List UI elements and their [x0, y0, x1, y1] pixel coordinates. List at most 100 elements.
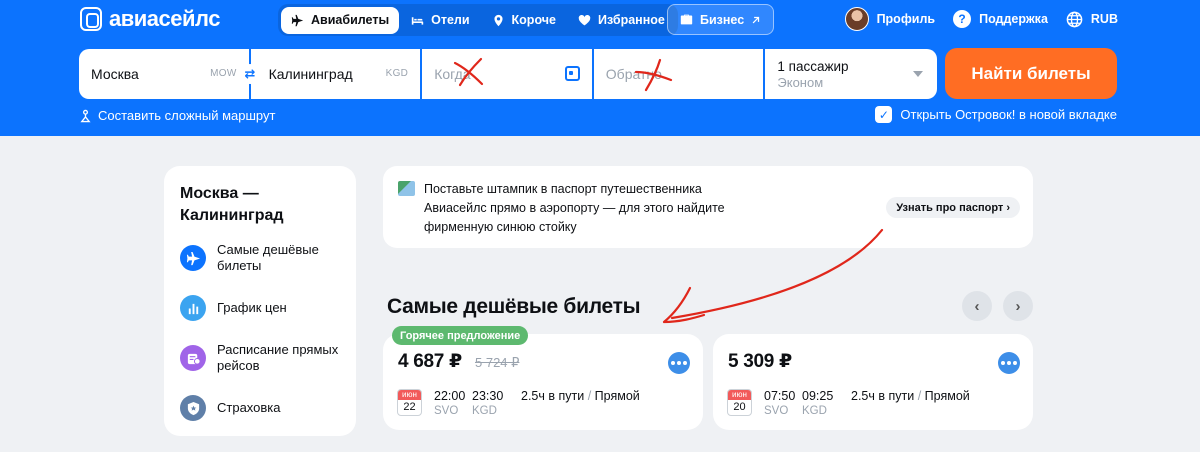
sidebar-item-label: Страховка	[217, 400, 281, 415]
sidebar-item-cheapest[interactable]: Самые дешёвые билеты	[180, 239, 340, 277]
depart-date-placeholder: Когда	[434, 66, 471, 82]
depart-time: 22:00	[434, 389, 466, 403]
currency-selector[interactable]: RUB	[1066, 11, 1118, 28]
depart-date-field[interactable]: Когда	[422, 49, 592, 99]
schedule-icon	[180, 345, 206, 371]
complex-route-label: Составить сложный маршрут	[98, 108, 276, 123]
support-link[interactable]: ? Поддержка	[953, 10, 1048, 28]
search-button[interactable]: Найти билеты	[945, 48, 1117, 99]
date-badge: июн 22	[397, 389, 422, 416]
separator: /	[917, 389, 922, 403]
passport-promo: Поставьте штампик в паспорт путешественн…	[383, 166, 1033, 248]
ticket-card[interactable]: 5 309 ₽ июн 20 07:50 09:25 SVO KGD 2.5ч в …	[713, 334, 1033, 430]
return-date-field[interactable]: Обратно	[593, 49, 764, 99]
sidebar-item-label: Расписание прямых рейсов	[217, 342, 339, 373]
profile-link[interactable]: Профиль	[844, 7, 936, 31]
passport-info-button[interactable]: Узнать про паспорт ›	[886, 197, 1020, 218]
chevron-down-icon	[912, 71, 923, 77]
flight-times: 22:00 23:30 SVO KGD	[434, 389, 510, 417]
swap-icon[interactable]: ⇄	[240, 64, 260, 84]
origin-field[interactable]: Москва MOW	[79, 49, 249, 99]
logo-text: авиасейлс	[109, 6, 220, 31]
route-title: Москва — Калининград	[180, 185, 284, 224]
profile-label: Профиль	[876, 12, 936, 26]
sidebar-item-label: График цен	[217, 300, 287, 315]
airline-logo-icon	[668, 352, 690, 374]
bed-icon	[411, 16, 424, 25]
ticket-price: 5 309 ₽	[728, 351, 792, 372]
user-menu: Профиль ? Поддержка RUB	[844, 7, 1118, 31]
stops-text: Прямой	[594, 389, 640, 403]
arrive-time: 23:30	[472, 389, 504, 403]
map-icon	[398, 181, 415, 196]
tab-label: Короче	[511, 13, 556, 27]
ticket-card[interactable]: 4 687 ₽ 5 724 ₽ июн 22 22:00 23:30 SVO KGD…	[383, 334, 703, 430]
depart-time: 07:50	[764, 389, 796, 403]
destination-value: Калининград	[268, 66, 353, 82]
sidebar-item-schedule[interactable]: Расписание прямых рейсов	[180, 339, 340, 377]
destination-field[interactable]: Калининград KGD	[250, 49, 421, 99]
arrive-code: KGD	[472, 405, 497, 417]
carousel-prev-button[interactable]: ‹	[962, 291, 992, 321]
arrive-time: 09:25	[802, 389, 834, 403]
passengers-field[interactable]: 1 пассажир Эконом	[765, 49, 937, 99]
ostrovok-option[interactable]: ✓ Открыть Островок! в новой вкладке	[875, 106, 1117, 123]
date-badge: июн 20	[727, 389, 752, 416]
flight-times: 07:50 09:25 SVO KGD	[764, 389, 840, 417]
chart-icon	[180, 295, 206, 321]
date-month: июн	[398, 390, 421, 400]
sidebar-item-insurance[interactable]: Страховка	[180, 389, 340, 427]
question-icon: ?	[953, 10, 972, 28]
date-day: 22	[403, 401, 416, 413]
promo-text: Поставьте штампик в паспорт путешественн…	[424, 182, 725, 234]
currency-label: RUB	[1090, 12, 1118, 26]
tab-favorites[interactable]: Избранное	[568, 7, 675, 34]
date-month: июн	[728, 390, 751, 400]
ticket-old-price: 5 724 ₽	[475, 355, 520, 370]
destination-code: KGD	[385, 68, 409, 79]
sidebar-item-price-chart[interactable]: График цен	[180, 289, 340, 327]
tab-label: Авиабилеты	[311, 13, 390, 27]
logo[interactable]: авиасейлс	[80, 6, 220, 32]
route-sidebar: Москва — Калининград Самые дешёвые билет…	[164, 166, 356, 436]
return-date-placeholder: Обратно	[605, 66, 662, 82]
carousel-next-button[interactable]: ›	[1003, 291, 1033, 321]
globe-icon	[1066, 11, 1083, 27]
hot-offer-badge: Горячее предложение	[392, 326, 529, 345]
product-tabs: Авиабилеты Отели Короче Избранное	[278, 4, 678, 36]
flight-duration: 2.5ч в пути / Прямой	[851, 389, 970, 403]
arrive-code: KGD	[802, 405, 827, 417]
tab-label: Отели	[431, 13, 470, 27]
tab-flights[interactable]: Авиабилеты	[281, 6, 400, 34]
tab-shorter[interactable]: Короче	[482, 7, 566, 34]
tab-label: Избранное	[597, 13, 665, 27]
ostrovok-checkbox[interactable]: ✓	[875, 106, 893, 123]
sidebar-item-label: Самые дешёвые билеты	[217, 242, 319, 273]
cabin-class: Эконом	[777, 74, 824, 90]
pin-icon	[493, 14, 503, 26]
date-day: 20	[733, 401, 746, 413]
business-label: Бизнес	[700, 12, 745, 27]
flight-duration: 2.5ч в пути / Прямой	[521, 389, 640, 403]
duration-text: 2.5ч в пути	[851, 389, 915, 403]
calendar-icon[interactable]	[564, 66, 580, 81]
business-button[interactable]: Бизнес	[667, 4, 775, 35]
avatar	[844, 7, 869, 31]
depart-code: SVO	[434, 405, 459, 417]
shield-icon	[180, 395, 206, 421]
depart-code: SVO	[764, 405, 789, 417]
section-title: Самые дешёвые билеты	[387, 295, 641, 318]
header: авиасейлс Авиабилеты Отели Короче Избран…	[0, 0, 1200, 136]
heart-icon	[578, 14, 591, 25]
external-link-icon	[752, 16, 760, 23]
complex-route-link[interactable]: Составить сложный маршрут	[79, 108, 275, 123]
tab-hotels[interactable]: Отели	[401, 7, 479, 34]
plane-icon	[291, 14, 304, 26]
airline-logo-icon	[998, 352, 1020, 374]
search-form: Москва MOW Калининград KGD Когда Обратно…	[79, 49, 937, 99]
separator: /	[587, 389, 592, 403]
support-label: Поддержка	[979, 12, 1048, 26]
route-icon	[80, 109, 91, 122]
logo-icon	[80, 7, 102, 31]
ostrovok-label: Открыть Островок! в новой вкладке	[900, 107, 1117, 122]
